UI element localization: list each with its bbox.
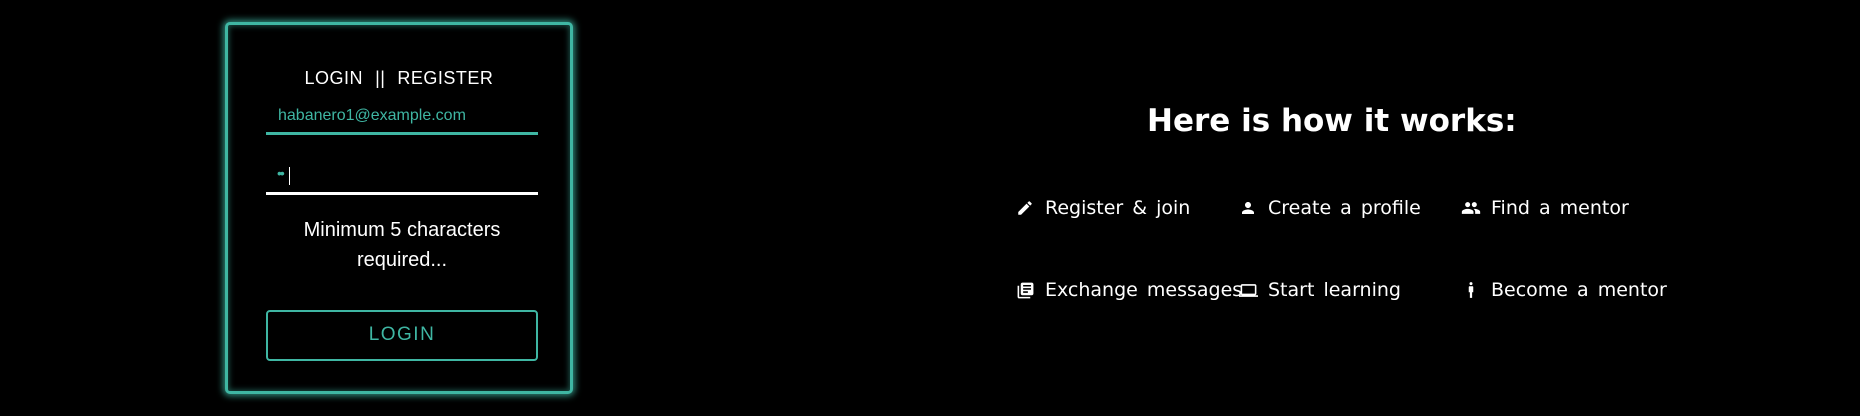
- step-label: Register & join: [1045, 197, 1191, 219]
- step-label: Exchange messages: [1045, 279, 1243, 301]
- pencil-icon: [1015, 198, 1035, 218]
- people-icon: [1461, 198, 1481, 218]
- tab-register[interactable]: REGISTER: [397, 68, 493, 89]
- laptop-icon: [1238, 280, 1258, 300]
- auth-tabs: LOGIN || REGISTER: [228, 68, 570, 89]
- email-value: habanero1@example.com: [278, 107, 466, 124]
- step-exchange-messages: Exchange messages: [1015, 276, 1242, 304]
- text-caret: [289, 167, 290, 185]
- standing-person-icon: [1461, 280, 1481, 300]
- validation-message: Minimum 5 characters required...: [303, 219, 501, 271]
- step-create-profile: Create a profile: [1238, 194, 1421, 222]
- step-label: Find a mentor: [1491, 197, 1629, 219]
- tab-login[interactable]: LOGIN: [305, 68, 364, 89]
- login-button[interactable]: LOGIN: [266, 310, 538, 361]
- step-label: Start learning: [1268, 279, 1401, 301]
- person-icon: [1238, 198, 1258, 218]
- login-card: LOGIN || REGISTER habanero1@example.com ••…: [225, 22, 573, 394]
- step-start-learning: Start learning: [1238, 276, 1401, 304]
- step-label: Become a mentor: [1491, 279, 1667, 301]
- password-field[interactable]: ••: [266, 159, 538, 195]
- messages-icon: [1015, 280, 1035, 300]
- step-become-mentor: Become a mentor: [1461, 276, 1667, 304]
- step-find-mentor: Find a mentor: [1461, 194, 1629, 222]
- tab-separator: ||: [375, 68, 386, 88]
- step-label: Create a profile: [1268, 197, 1421, 219]
- page: LOGIN || REGISTER habanero1@example.com ••…: [0, 0, 1860, 416]
- password-value: ••: [277, 165, 285, 181]
- email-field[interactable]: habanero1@example.com: [266, 99, 538, 135]
- how-it-works-title: Here is how it works:: [1147, 103, 1517, 139]
- step-register-join: Register & join: [1015, 194, 1190, 222]
